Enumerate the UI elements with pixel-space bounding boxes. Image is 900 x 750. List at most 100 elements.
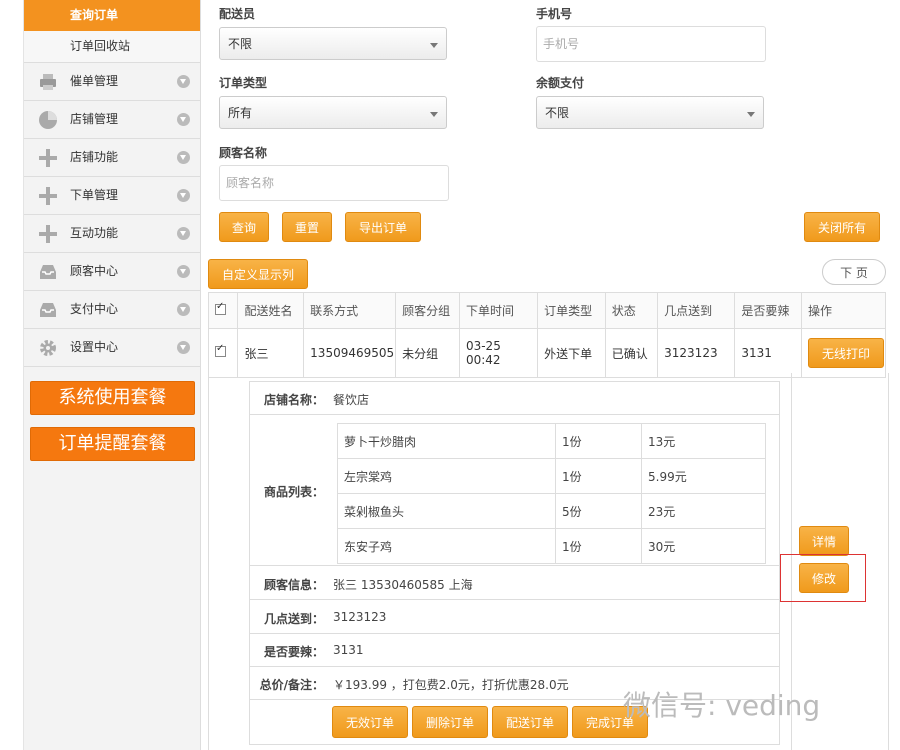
table-header-row: 配送姓名 联系方式 顾客分组 下单时间 订单类型 状态 几点送到 是否要辣 操作 bbox=[207, 292, 886, 329]
column-header: 下单时间 bbox=[458, 292, 539, 329]
sidebar-item-label: 互动功能 bbox=[70, 226, 119, 240]
delivery-time-label: 几点送到： bbox=[263, 612, 324, 626]
detail-customer-row: 顾客信息： 张三 13530460585 上海 bbox=[250, 566, 779, 600]
inbox-icon bbox=[40, 303, 56, 317]
goods-price: 23元 bbox=[641, 493, 766, 529]
sidebar-subitem-query-orders[interactable]: 查询订单 bbox=[24, 0, 200, 31]
order-reminder-package-button[interactable]: 订单提醒套餐 bbox=[30, 427, 195, 461]
courier-label: 配送员 bbox=[219, 7, 256, 21]
select-all-checkbox[interactable] bbox=[215, 301, 226, 315]
caret-down-icon bbox=[747, 112, 755, 117]
sidebar-item-label: 顾客中心 bbox=[70, 264, 119, 278]
chevron-down-icon bbox=[177, 151, 190, 164]
chevron-down-icon bbox=[177, 265, 190, 278]
goods-price: 30元 bbox=[641, 528, 766, 564]
balance-pay-select[interactable]: 不限 bbox=[536, 96, 764, 129]
goods-name: 萝卜干炒腊肉 bbox=[337, 423, 556, 459]
table-row[interactable]: 张三 13509469505 未分组 03-25 00:42 外送下单 已确认 … bbox=[207, 328, 886, 378]
orders-table: 配送姓名 联系方式 顾客分组 下单时间 订单类型 状态 几点送到 是否要辣 操作… bbox=[207, 292, 886, 378]
goods-table: 萝卜干炒腊肉 1份 13元 左宗棠鸡 1份 5.99元 菜剁椒鱼头 5份 23元 bbox=[337, 423, 766, 564]
sidebar-item-interaction[interactable]: 互动功能 bbox=[24, 215, 200, 253]
invalid-order-button[interactable]: 无效订单 bbox=[332, 706, 408, 738]
column-header: 订单类型 bbox=[537, 292, 606, 329]
column-header: 顾客分组 bbox=[395, 292, 460, 329]
column-header: 状态 bbox=[604, 292, 659, 329]
goods-list-label: 商品列表： bbox=[263, 485, 324, 499]
next-page-button[interactable]: 下 页 bbox=[822, 259, 886, 285]
reset-button[interactable]: 重置 bbox=[282, 212, 332, 242]
cell-delivery-time: 3123123 bbox=[657, 328, 736, 378]
printer-icon bbox=[40, 74, 56, 90]
cell-status: 已确认 bbox=[604, 328, 659, 378]
column-header: 操作 bbox=[801, 292, 886, 329]
cell-name: 张三 bbox=[237, 328, 305, 378]
goods-qty: 1份 bbox=[555, 423, 642, 459]
balance-pay-label: 余额支付 bbox=[536, 76, 585, 90]
watermark: 微信号: veding bbox=[623, 689, 821, 722]
chevron-down-icon bbox=[177, 189, 190, 202]
gear-icon bbox=[40, 340, 56, 356]
detail-delivery-row: 几点送到： 3123123 bbox=[250, 600, 779, 634]
sidebar-item-shop-functions[interactable]: 店铺功能 bbox=[24, 139, 200, 177]
customer-name-input[interactable] bbox=[219, 165, 449, 201]
custom-columns-button[interactable]: 自定义显示列 bbox=[208, 259, 308, 289]
sidebar-item-order-management[interactable]: 下单管理 bbox=[24, 177, 200, 215]
plus-icon bbox=[39, 149, 57, 167]
shop-name-label: 店铺名称： bbox=[263, 393, 324, 407]
total-value: ￥193.99 ，打包费2.0元，打折优惠28.0元 bbox=[333, 678, 569, 692]
sidebar-item-reminder[interactable]: 催单管理 bbox=[24, 63, 200, 101]
sidebar-item-settings[interactable]: 设置中心 bbox=[24, 329, 200, 367]
courier-select[interactable]: 不限 bbox=[219, 27, 447, 60]
sidebar-item-label: 下单管理 bbox=[70, 188, 119, 202]
chevron-down-icon bbox=[177, 303, 190, 316]
details-button[interactable]: 详情 bbox=[799, 526, 849, 556]
goods-price: 5.99元 bbox=[641, 458, 766, 494]
order-type-label: 订单类型 bbox=[219, 76, 268, 90]
delete-order-button[interactable]: 删除订单 bbox=[412, 706, 488, 738]
goods-name: 左宗棠鸡 bbox=[337, 458, 556, 494]
detail-goods-row: 商品列表： 萝卜干炒腊肉 1份 13元 左宗棠鸡 1份 5.99元 菜剁椒鱼头 bbox=[250, 415, 779, 566]
sidebar-item-label: 设置中心 bbox=[70, 340, 119, 354]
close-all-button[interactable]: 关闭所有 bbox=[804, 212, 880, 242]
wireless-print-button[interactable]: 无线打印 bbox=[808, 338, 884, 368]
goods-price: 13元 bbox=[641, 423, 766, 459]
sidebar-item-label: 店铺功能 bbox=[70, 150, 119, 164]
goods-qty: 5份 bbox=[555, 493, 642, 529]
sidebar-item-label: 支付中心 bbox=[70, 302, 119, 316]
goods-row: 左宗棠鸡 1份 5.99元 bbox=[337, 458, 766, 494]
goods-row: 东安子鸡 1份 30元 bbox=[337, 528, 766, 564]
pie-chart-icon bbox=[39, 111, 57, 129]
goods-qty: 1份 bbox=[555, 458, 642, 494]
order-type-select[interactable]: 所有 bbox=[219, 96, 447, 129]
customer-info-value: 张三 13530460585 上海 bbox=[333, 578, 473, 592]
cell-type: 外送下单 bbox=[537, 328, 606, 378]
sidebar-item-payment-center[interactable]: 支付中心 bbox=[24, 291, 200, 329]
goods-qty: 1份 bbox=[555, 528, 642, 564]
goods-row: 菜剁椒鱼头 5份 23元 bbox=[337, 493, 766, 529]
plus-icon bbox=[39, 225, 57, 243]
sidebar-item-label: 催单管理 bbox=[70, 74, 119, 88]
deliver-order-button[interactable]: 配送订单 bbox=[492, 706, 568, 738]
shop-name-value: 餐饮店 bbox=[333, 393, 370, 407]
main-content: 配送员 不限 手机号 订单类型 所有 余额支付 不限 顾客名称 查询 重置 导出… bbox=[207, 0, 889, 750]
cell-spicy: 3131 bbox=[734, 328, 802, 378]
query-button[interactable]: 查询 bbox=[219, 212, 269, 242]
phone-input[interactable] bbox=[536, 26, 766, 62]
cell-phone: 13509469505 bbox=[303, 328, 397, 378]
sidebar-item-label: 店铺管理 bbox=[70, 112, 119, 126]
system-package-button[interactable]: 系统使用套餐 bbox=[30, 381, 195, 415]
courier-select-value: 不限 bbox=[228, 37, 253, 51]
chevron-down-icon bbox=[177, 75, 190, 88]
sidebar-subitem-recycle-bin[interactable]: 订单回收站 bbox=[24, 31, 200, 63]
caret-down-icon bbox=[430, 112, 438, 117]
inbox-icon bbox=[40, 265, 56, 279]
balance-pay-select-value: 不限 bbox=[545, 106, 570, 120]
column-header: 配送姓名 bbox=[237, 292, 305, 329]
sidebar-item-shop-management[interactable]: 店铺管理 bbox=[24, 101, 200, 139]
sidebar-item-customer-center[interactable]: 顾客中心 bbox=[24, 253, 200, 291]
phone-label: 手机号 bbox=[536, 7, 573, 21]
row-checkbox[interactable] bbox=[215, 343, 226, 357]
export-orders-button[interactable]: 导出订单 bbox=[345, 212, 421, 242]
delivery-time-value: 3123123 bbox=[333, 610, 387, 624]
column-header: 联系方式 bbox=[303, 292, 397, 329]
